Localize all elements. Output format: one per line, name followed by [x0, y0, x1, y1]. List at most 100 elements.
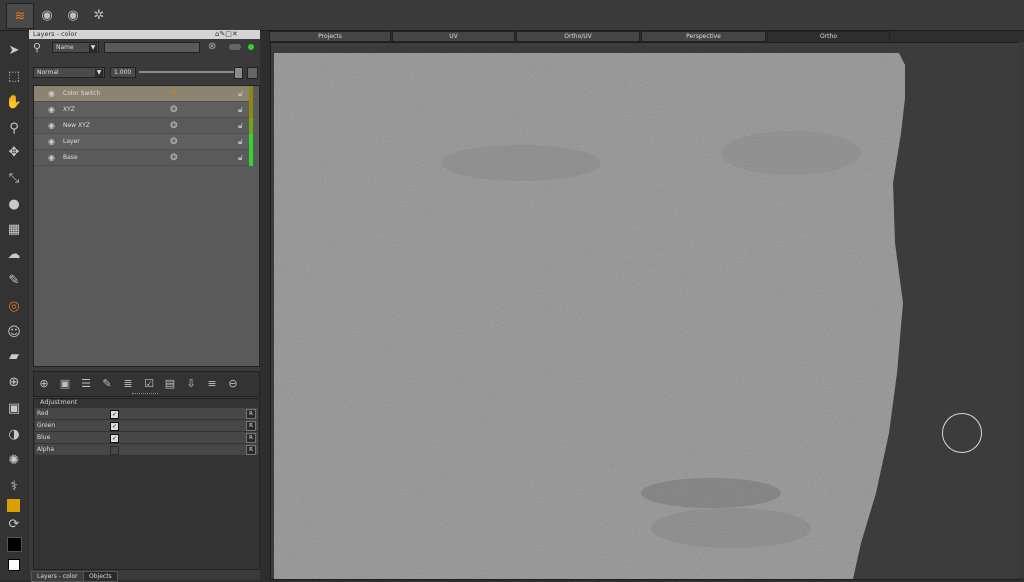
transform-icon[interactable]: ⤡ [5, 169, 23, 187]
lock-icon[interactable]: 🔓︎ [238, 150, 243, 166]
adjustment-title: Adjustment [40, 398, 78, 406]
grid-icon[interactable]: ▦ [5, 220, 23, 238]
blend-icon: ❂ [170, 121, 178, 131]
paint-layer-icon[interactable]: ✎ [99, 375, 115, 391]
drop-icon[interactable]: ● [5, 195, 23, 213]
eye-icon[interactable]: ◉ [48, 118, 55, 134]
layer-row[interactable]: ◉ New XYZ ❂ 🔓︎ [34, 118, 253, 134]
copy-layer-icon[interactable]: ☰ [78, 375, 94, 391]
gradient-icon[interactable]: ▣ [5, 399, 23, 417]
chevron-down-icon: ▼ [89, 44, 97, 52]
delete-layer-icon[interactable]: ⊖ [225, 375, 241, 391]
mask-layer-icon[interactable]: ☑ [141, 375, 157, 391]
layer-row[interactable]: ◉ XYZ ❂ 🔓︎ [34, 102, 253, 118]
hand-icon[interactable]: ✋ [5, 93, 23, 111]
toggle-switch[interactable] [229, 44, 241, 50]
smudge-icon[interactable]: ☁ [5, 245, 23, 263]
new-layer-icon[interactable]: ⊕ [36, 375, 52, 391]
reset-button[interactable]: R [246, 433, 256, 443]
face-icon[interactable]: ☺ [5, 323, 23, 341]
brush-cursor [942, 413, 982, 453]
layer-color-bar [249, 102, 253, 118]
eyedropper-icon[interactable]: ⚕ [5, 477, 23, 495]
swap-colors-icon[interactable]: ⟳ [5, 515, 23, 533]
blend-mode-select[interactable]: Normal ▼ [33, 67, 105, 78]
lock-icon[interactable]: 🔓︎ [238, 134, 243, 150]
clone-icon[interactable]: ◑ [5, 425, 23, 443]
group-layer-icon[interactable]: ▤ [162, 375, 178, 391]
marquee-select-icon[interactable]: ⬚ [5, 67, 23, 85]
resize-handle[interactable] [132, 393, 158, 396]
opacity-field[interactable]: 1.000 [110, 67, 136, 78]
channel-checkbox[interactable]: ✓ [110, 422, 119, 431]
select-arrow-icon[interactable]: ➤ [5, 41, 23, 59]
opacity-lock-button[interactable] [247, 67, 258, 79]
tab-layers-color[interactable]: Layers - color [31, 571, 84, 582]
filter-mode-select[interactable]: Name ▼ [52, 42, 99, 53]
target-icon[interactable]: ◎ [5, 297, 23, 315]
layer-color-bar [249, 150, 253, 166]
merge-layer-icon[interactable]: ⇩ [183, 375, 199, 391]
channel-row: Green ✓ R [35, 420, 258, 432]
eraser-icon[interactable]: ▰ [5, 347, 23, 365]
opacity-slider-handle[interactable] [234, 67, 243, 79]
channel-checkbox[interactable] [110, 446, 119, 455]
eye-icon[interactable]: ◉ [38, 7, 56, 23]
adjustment-section: Adjustment Red ✓ R Green ✓ R Blue ✓ R Al… [33, 398, 260, 570]
move-icon[interactable]: ✥ [5, 143, 23, 161]
blend-icon: ❂ [170, 153, 178, 163]
tab-objects[interactable]: Objects [83, 571, 118, 582]
tab-ortho[interactable]: Ortho [767, 31, 890, 42]
zoom-icon[interactable]: ⚲ [5, 119, 23, 137]
opacity-slider-track[interactable] [139, 71, 239, 73]
channel-label: Alpha [37, 446, 55, 453]
clear-icon[interactable]: ⊗ [208, 41, 216, 52]
eye-icon[interactable]: ◉ [48, 102, 55, 118]
list-icon[interactable]: ≡ [204, 375, 220, 391]
viewport-canvas[interactable] [270, 42, 1020, 580]
sparkle-icon[interactable]: ✺ [5, 451, 23, 469]
layer-row[interactable]: ◉ Color Switch ✎ 🔓︎ [34, 86, 253, 102]
add-layer-icon[interactable]: ▣ [57, 375, 73, 391]
lock-icon[interactable]: 🔓︎ [238, 102, 243, 118]
pin-icon[interactable]: ✎ [5, 271, 23, 289]
reset-button[interactable]: R [246, 409, 256, 419]
status-indicator [248, 44, 254, 50]
channel-label: Red [37, 410, 49, 417]
left-toolbar: ➤ ⬚ ✋ ⚲ ✥ ⤡ ● ▦ ☁ ✎ ◎ ☺ ▰ ⊕ ▣ ◑ ✺ ⚕ ⟳ [0, 31, 28, 580]
layer-name: XYZ [63, 106, 75, 113]
layer-row[interactable]: ◉ Layer ❂ 🔓︎ [34, 134, 253, 150]
eye-icon[interactable]: ◉ [64, 7, 82, 23]
lock-icon[interactable]: 🔓︎ [238, 118, 243, 134]
eye-icon[interactable]: ◉ [48, 86, 55, 102]
stamp-icon[interactable]: ⊕ [5, 373, 23, 391]
tab-ortho-uv[interactable]: Ortho/UV [516, 31, 640, 42]
stack-layer-icon[interactable]: ≣ [120, 375, 136, 391]
channel-checkbox[interactable]: ✓ [110, 434, 119, 443]
eye-icon[interactable]: ✲ [90, 7, 108, 23]
filter-input[interactable] [104, 42, 200, 53]
blend-icon: ❂ [170, 137, 178, 147]
eye-icon[interactable]: ◉ [48, 150, 55, 166]
top-toolbar: ≋ ◉ ◉ ✲ [0, 0, 1024, 31]
channel-checkbox[interactable]: ✓ [110, 410, 119, 419]
layer-color-bar [249, 86, 253, 102]
tab-uv[interactable]: UV [392, 31, 515, 42]
tab-projects[interactable]: Projects [269, 31, 391, 42]
reset-button[interactable]: R [246, 421, 256, 431]
background-color-icon[interactable] [7, 537, 22, 552]
tab-perspective[interactable]: Perspective [641, 31, 766, 42]
layers-list: ◉ Color Switch ✎ 🔓︎ ◉ XYZ ❂ 🔓︎ ◉ New XYZ… [33, 85, 260, 367]
eye-icon[interactable]: ◉ [48, 134, 55, 150]
lock-icon[interactable]: 🔓︎ [238, 86, 243, 102]
layers-panel: Layers - color ⌂✎□✕ ⚲ Name ▼ ⊗ Normal ▼ 1.… [29, 30, 260, 582]
reset-button[interactable]: R [246, 445, 256, 455]
layer-color-bar [249, 134, 253, 150]
panel-controls-icon[interactable]: ⌂✎□✕ [215, 30, 238, 38]
foreground-color-icon[interactable] [7, 499, 20, 512]
right-scrollbar[interactable] [1018, 42, 1024, 578]
layer-name: Layer [63, 138, 80, 145]
reset-colors-icon[interactable] [8, 559, 20, 571]
layer-row[interactable]: ◉ Base ❂ 🔓︎ [34, 150, 253, 166]
layers-icon[interactable]: ≋ [6, 3, 34, 29]
